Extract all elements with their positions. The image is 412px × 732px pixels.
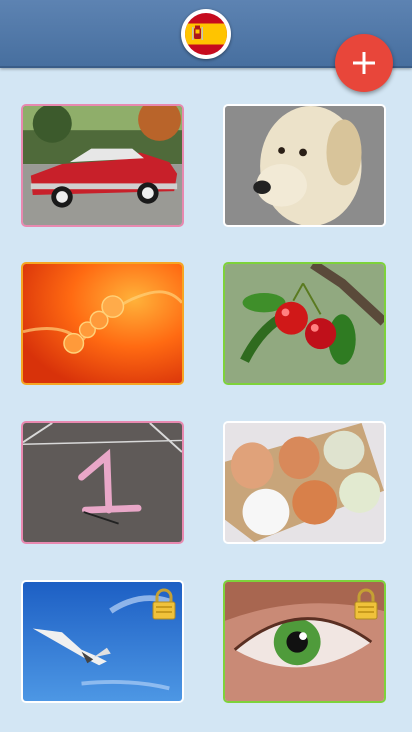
picture-card-eye[interactable] <box>223 580 386 703</box>
lock-icon <box>152 588 176 620</box>
plus-icon <box>353 52 375 74</box>
orange-liquid-image <box>23 264 182 383</box>
eggs-image <box>225 423 384 542</box>
picture-card-number-one[interactable] <box>21 421 184 544</box>
language-button[interactable] <box>181 9 231 59</box>
dog-image <box>225 106 384 225</box>
picture-card-cherries[interactable] <box>223 262 386 385</box>
picture-card-liquid[interactable] <box>21 262 184 385</box>
picture-card-seagull[interactable] <box>21 580 184 703</box>
picture-card-eggs[interactable] <box>223 421 386 544</box>
picture-card-dog[interactable] <box>223 104 386 227</box>
picture-card-car[interactable] <box>21 104 184 227</box>
red-car-image <box>23 106 182 225</box>
spain-flag-icon <box>185 13 227 55</box>
lock-icon <box>354 588 378 620</box>
add-button[interactable] <box>335 34 393 92</box>
cherries-image <box>225 264 384 383</box>
chalk-one-image <box>23 423 182 542</box>
